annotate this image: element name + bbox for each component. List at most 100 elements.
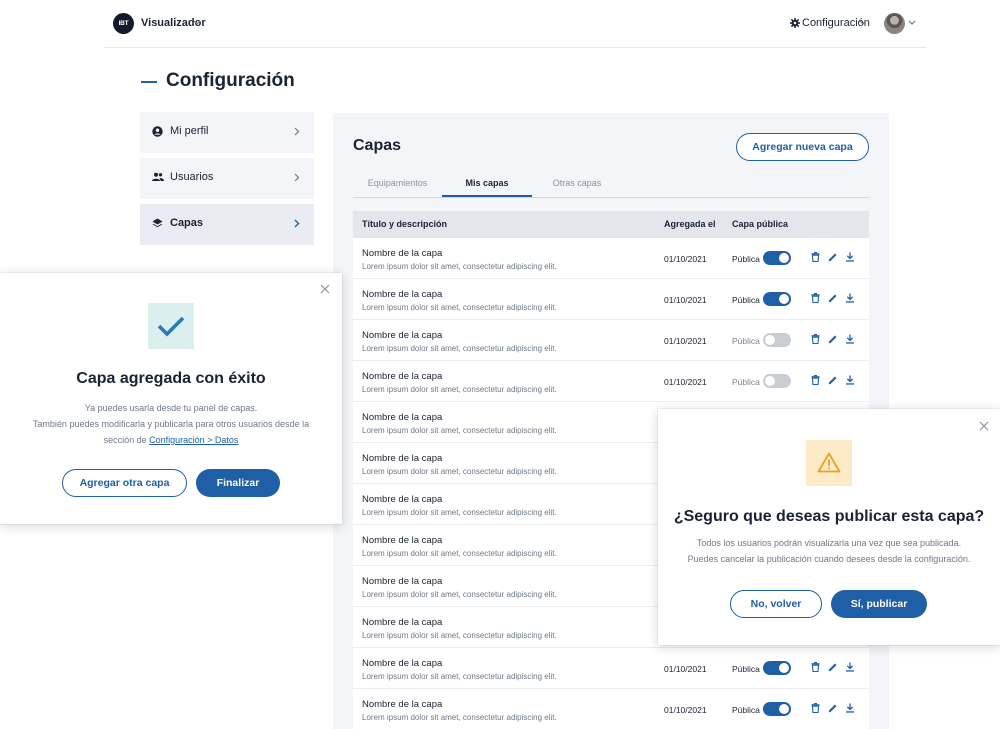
edit-icon[interactable]: [828, 252, 838, 262]
layer-date: 01/10/2021: [664, 336, 707, 346]
close-icon[interactable]: [320, 284, 330, 294]
publish-status: Pública: [732, 254, 760, 264]
layer-name: Nombre de la capa: [362, 658, 443, 669]
chevron-down-icon[interactable]: [193, 20, 201, 26]
trash-icon[interactable]: [811, 252, 820, 262]
success-message-prefix: sección de: [103, 435, 150, 445]
publish-toggle[interactable]: [763, 374, 791, 388]
top-bar: IBT Visualizador Configuración: [104, 0, 926, 48]
download-icon[interactable]: [845, 334, 855, 344]
brand-logo[interactable]: IBT: [113, 13, 134, 34]
toggle-knob: [779, 294, 789, 304]
download-icon[interactable]: [845, 662, 855, 672]
edit-icon[interactable]: [828, 703, 838, 713]
table-row: Nombre de la capa Lorem ipsum dolor sit …: [353, 689, 869, 729]
sidebar-item-label: Usuarios: [170, 171, 214, 183]
sidebar-item-label: Mi perfil: [170, 125, 209, 137]
layer-date: 01/10/2021: [664, 377, 707, 387]
confirm-message: Todos los usuarios podrán visualizarla u…: [658, 535, 1000, 567]
layer-description: Lorem ipsum dolor sit amet, consectetur …: [362, 467, 557, 476]
success-icon-box: [148, 303, 194, 349]
publish-confirm-modal: ¿Seguro que deseas publicar esta capa? T…: [658, 409, 1000, 645]
layer-name: Nombre de la capa: [362, 535, 443, 546]
toggle-knob: [779, 663, 789, 673]
add-layer-button[interactable]: Agregar nueva capa: [736, 133, 869, 161]
layer-name: Nombre de la capa: [362, 494, 443, 505]
tab-otras-capas[interactable]: Otras capas: [532, 178, 622, 188]
confirm-message-line: Puedes cancelar la publicación cuando de…: [687, 554, 971, 564]
tab-mis-capas[interactable]: Mis capas: [442, 178, 532, 188]
layer-name: Nombre de la capa: [362, 453, 443, 464]
trash-icon[interactable]: [811, 293, 820, 303]
sidebar-item-mi-perfil[interactable]: Mi perfil: [140, 112, 314, 153]
layer-name: Nombre de la capa: [362, 576, 443, 587]
confirm-title: ¿Seguro que deseas publicar esta capa?: [673, 508, 985, 525]
layer-description: Lorem ipsum dolor sit amet, consectetur …: [362, 426, 557, 435]
publish-toggle[interactable]: [763, 292, 791, 306]
toggle-knob: [779, 253, 789, 263]
table-row: Nombre de la capa Lorem ipsum dolor sit …: [353, 238, 869, 279]
layer-name: Nombre de la capa: [362, 412, 443, 423]
publish-toggle[interactable]: [763, 333, 791, 347]
layer-description: Lorem ipsum dolor sit amet, consectetur …: [362, 549, 557, 558]
warning-icon: [817, 452, 841, 473]
chevron-down-icon: [859, 20, 867, 25]
user-circle-icon: [152, 126, 163, 137]
trash-icon[interactable]: [811, 375, 820, 385]
publish-status: Pública: [732, 377, 760, 387]
users-icon: [152, 172, 164, 181]
layer-name: Nombre de la capa: [362, 330, 443, 341]
publish-toggle[interactable]: [763, 661, 791, 675]
trash-icon[interactable]: [811, 334, 820, 344]
finish-button[interactable]: Finalizar: [196, 469, 280, 497]
table-row: Nombre de la capa Lorem ipsum dolor sit …: [353, 320, 869, 361]
layer-description: Lorem ipsum dolor sit amet, consectetur …: [362, 303, 557, 312]
publish-toggle[interactable]: [763, 251, 791, 265]
download-icon[interactable]: [845, 252, 855, 262]
tab-equipamientos[interactable]: Equipamientos: [353, 178, 442, 188]
layers-icon: [152, 218, 163, 228]
layer-description: Lorem ipsum dolor sit amet, consectetur …: [362, 713, 557, 722]
success-message-line: sección de Configuración > Datos: [0, 432, 342, 448]
table-row: Nombre de la capa Lorem ipsum dolor sit …: [353, 648, 869, 689]
success-message: Ya puedes usarla desde tu panel de capas…: [0, 400, 342, 448]
tabs: Equipamientos Mis capas Otras capas: [353, 170, 869, 198]
download-icon[interactable]: [845, 293, 855, 303]
chevron-right-icon: [294, 127, 300, 136]
edit-icon[interactable]: [828, 375, 838, 385]
layer-name: Nombre de la capa: [362, 248, 443, 259]
cancel-button[interactable]: No, volver: [730, 590, 822, 618]
confirm-message-line: Todos los usuarios podrán visualizarla u…: [696, 538, 962, 548]
publish-toggle[interactable]: [763, 702, 791, 716]
success-message-line: También puedes modificarla y publicarla …: [32, 419, 310, 429]
layer-date: 01/10/2021: [664, 705, 707, 715]
close-icon[interactable]: [979, 421, 989, 431]
download-icon[interactable]: [845, 375, 855, 385]
sidebar-item-usuarios[interactable]: Usuarios: [140, 158, 314, 199]
layer-date: 01/10/2021: [664, 664, 707, 674]
layer-name: Nombre de la capa: [362, 699, 443, 710]
edit-icon[interactable]: [828, 293, 838, 303]
add-another-layer-button[interactable]: Agregar otra capa: [62, 469, 187, 497]
gear-icon: [790, 18, 800, 28]
layer-date: 01/10/2021: [664, 254, 707, 264]
sidebar-item-capas[interactable]: Capas: [140, 204, 314, 245]
trash-icon[interactable]: [811, 662, 820, 672]
trash-icon[interactable]: [811, 703, 820, 713]
layer-description: Lorem ipsum dolor sit amet, consectetur …: [362, 590, 557, 599]
layer-name: Nombre de la capa: [362, 371, 443, 382]
publish-status: Pública: [732, 705, 760, 715]
title-accent-line: [141, 81, 157, 83]
chevron-down-icon[interactable]: [908, 20, 916, 26]
chevron-right-icon: [294, 173, 300, 182]
avatar[interactable]: [884, 13, 905, 34]
chevron-right-icon: [294, 219, 300, 228]
publish-button[interactable]: Sí, publicar: [831, 590, 927, 618]
settings-data-link[interactable]: Configuración > Datos: [149, 435, 238, 445]
download-icon[interactable]: [845, 703, 855, 713]
edit-icon[interactable]: [828, 334, 838, 344]
edit-icon[interactable]: [828, 662, 838, 672]
sidebar-item-label: Capas: [170, 217, 204, 229]
publish-status: Pública: [732, 664, 760, 674]
column-header-date: Agregada el: [664, 219, 716, 229]
